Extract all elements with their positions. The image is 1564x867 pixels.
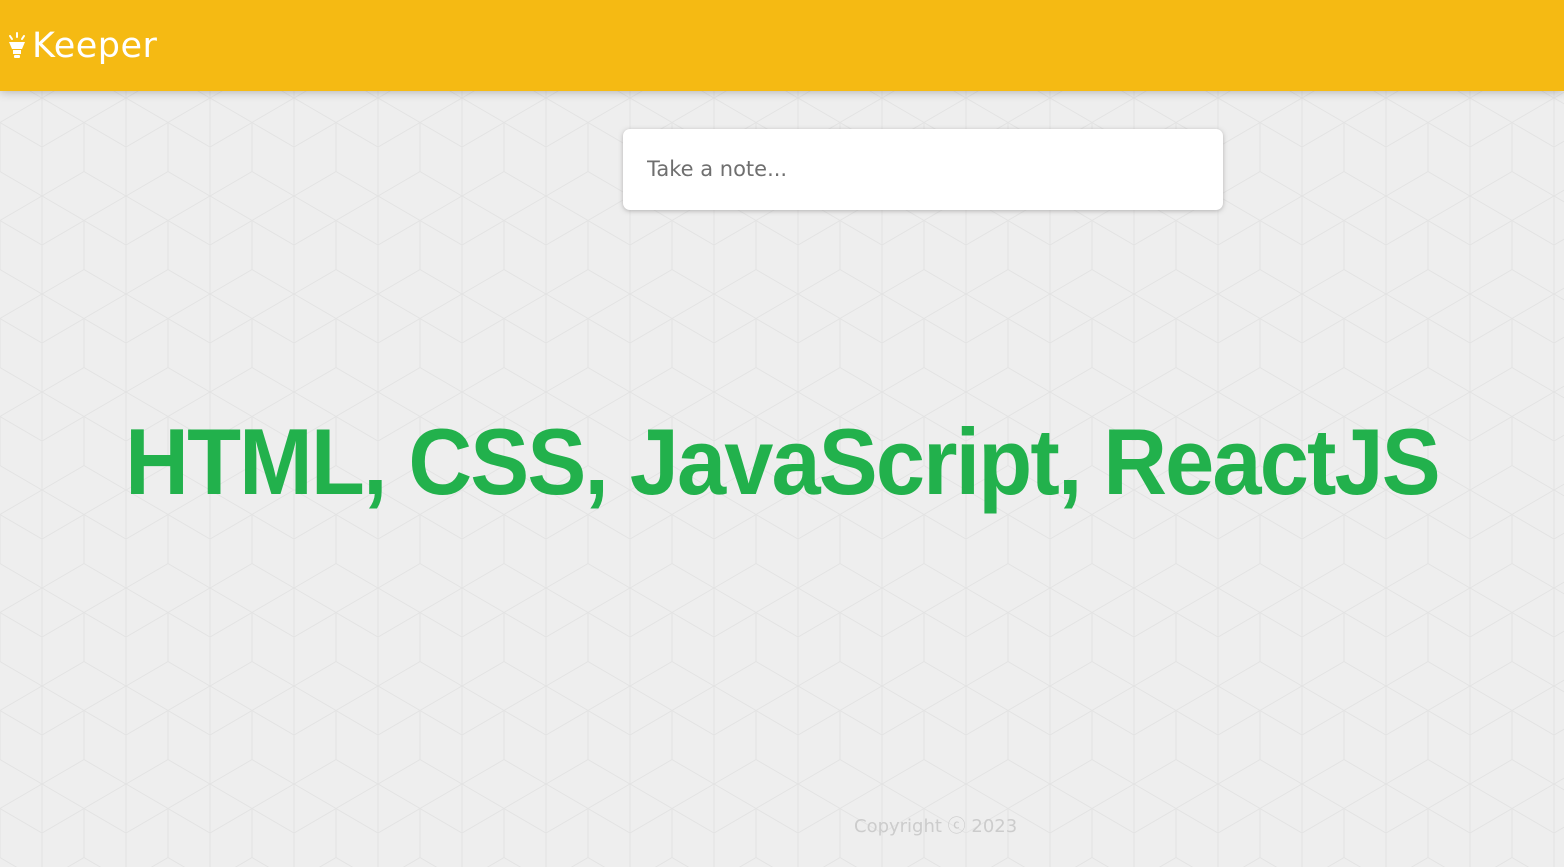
note-input[interactable] xyxy=(647,149,1197,189)
create-note-form xyxy=(623,129,1223,210)
copyright-text: Copyright ⓒ 2023 xyxy=(854,816,1018,837)
lightbulb-icon xyxy=(7,32,27,60)
app-title: Keeper xyxy=(32,26,158,66)
hero-text: HTML, CSS, JavaScript, ReactJS xyxy=(125,409,1441,514)
hero-banner: HTML, CSS, JavaScript, ReactJS xyxy=(0,405,1564,519)
app-header: Keeper xyxy=(0,0,1564,91)
brand[interactable]: Keeper xyxy=(7,22,157,70)
